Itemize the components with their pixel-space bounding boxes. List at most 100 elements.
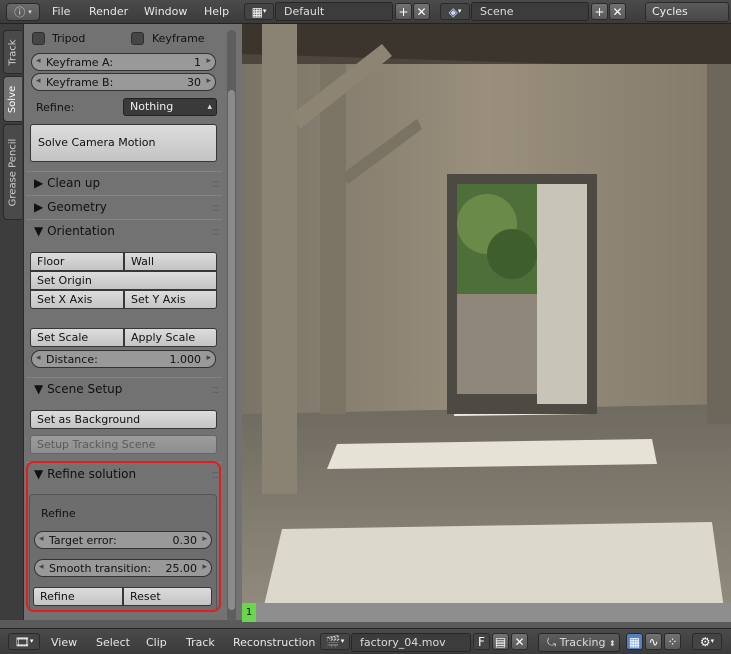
graph-icon: ∿ [648, 634, 659, 649]
updown-icon: ⬍ [608, 639, 616, 648]
menu-select[interactable]: Select [96, 636, 130, 649]
set-y-axis-button[interactable]: Set Y Axis [124, 290, 217, 309]
open-clip-button[interactable]: ▤ [492, 633, 509, 650]
dopesheet-view-button[interactable]: ⁘ [664, 633, 681, 650]
triangle-right-icon: ▶ [34, 200, 44, 214]
set-x-axis-button[interactable]: Set X Axis [30, 290, 124, 309]
chevron-icon: ▾ [28, 8, 32, 16]
remove-scene-button[interactable]: ✕ [609, 3, 626, 20]
screen-layout-field[interactable]: Default [275, 2, 393, 21]
fake-user-button[interactable]: F [473, 633, 490, 650]
scene-field[interactable]: Scene [471, 2, 589, 21]
info-icon: ⓘ [14, 6, 26, 19]
annotation-highlight [26, 461, 221, 612]
floor-button[interactable]: Floor [30, 252, 124, 271]
render-engine-select[interactable]: Cycles Render [645, 2, 729, 36]
distance-label: Distance: [46, 353, 98, 366]
movie-icon: 🎬 [325, 634, 341, 649]
keyframe-b-value: 30 [187, 76, 201, 89]
clip-name-field[interactable]: factory_04.mov [351, 633, 471, 652]
menu-help[interactable]: Help [204, 5, 229, 18]
clip-editor-icon: 🎞 [14, 634, 30, 649]
frame-timeline[interactable] [242, 603, 731, 622]
editor-type-button[interactable]: ⓘ ▾ [6, 3, 40, 21]
panel-scrollbar[interactable] [227, 30, 236, 622]
panel-title: Scene Setup [47, 382, 123, 396]
remove-layout-button[interactable]: ✕ [413, 3, 430, 20]
refine-value: Nothing [130, 100, 174, 113]
grip-icon[interactable]: ⁚⁚⁚⁚ [212, 380, 219, 402]
tab-grease-pencil[interactable]: Grease Pencil [3, 124, 22, 220]
folder-icon: ▤ [494, 634, 507, 649]
clip-view-button[interactable]: ▦ [626, 633, 643, 650]
updown-icon: ▴ [207, 102, 212, 112]
tripod-checkbox[interactable] [32, 32, 45, 45]
set-origin-button[interactable]: Set Origin [30, 271, 217, 290]
scroll-thumb[interactable] [228, 90, 235, 610]
clip-viewport[interactable] [242, 24, 731, 622]
distance-field[interactable]: ◂ Distance: 1.000 ▸ [31, 350, 216, 368]
add-scene-button[interactable]: + [591, 3, 608, 20]
chevron-icon: ▾ [340, 637, 345, 645]
arrow-left-icon: ◂ [36, 56, 41, 66]
layout-icon-button[interactable]: ▦ ▾ [244, 3, 274, 20]
refine-dropdown[interactable]: Nothing ▴ [123, 98, 217, 116]
grip-icon[interactable]: ⁚⁚⁚⁚ [212, 222, 219, 244]
panel-header-scene-setup[interactable]: ▼ Scene Setup ⁚⁚⁚⁚ [26, 377, 222, 399]
refine-label: Refine: [36, 101, 75, 114]
chevron-icon: ▾ [710, 637, 715, 645]
panel-header-orientation[interactable]: ▼ Orientation ⁚⁚⁚⁚ [26, 219, 222, 241]
set-as-background-button[interactable]: Set as Background [30, 410, 217, 429]
arrow-left-icon: ◂ [36, 76, 41, 86]
keyframe-a-field[interactable]: ◂ Keyframe A: 1 ▸ [31, 53, 216, 71]
menu-file[interactable]: File [52, 5, 70, 18]
arrow-right-icon: ▸ [206, 76, 211, 86]
grip-icon[interactable]: ⁚⁚⁚⁚ [212, 198, 219, 220]
tab-track[interactable]: Track [3, 30, 22, 74]
bottom-header: 🎞 ▾ View Select Clip Track Reconstruction… [0, 628, 731, 654]
editor-type-button[interactable]: 🎞 ▾ [8, 633, 40, 650]
pivot-button[interactable]: ⚙ ▾ [692, 633, 722, 650]
menu-render[interactable]: Render [89, 5, 128, 18]
wall-button[interactable]: Wall [124, 252, 217, 271]
mode-select[interactable]: ⤿ Tracking ⬍ [538, 633, 620, 652]
tool-tabs: Track Solve Grease Pencil [0, 24, 24, 620]
unlink-clip-button[interactable]: ✕ [511, 633, 528, 650]
scene-icon-button[interactable]: ◈ ▾ [440, 3, 470, 20]
dopesheet-icon: ⁘ [667, 634, 678, 649]
chevron-icon: ▾ [29, 637, 34, 645]
grip-icon[interactable]: ⁚⁚⁚⁚ [212, 174, 219, 196]
keyframe-a-value: 1 [194, 56, 201, 69]
current-frame-marker[interactable]: 1 [242, 603, 256, 622]
plus-icon: + [594, 4, 605, 19]
menu-track[interactable]: Track [186, 636, 215, 649]
menu-view[interactable]: View [51, 636, 77, 649]
add-layout-button[interactable]: + [395, 3, 412, 20]
graph-view-button[interactable]: ∿ [645, 633, 662, 650]
setup-tracking-scene-button[interactable]: Setup Tracking Scene [30, 435, 217, 454]
arrow-right-icon: ▸ [206, 353, 211, 363]
panel-header-geometry[interactable]: ▶ Geometry ⁚⁚⁚⁚ [26, 195, 222, 217]
arrow-left-icon: ◂ [36, 353, 41, 363]
pivot-icon: ⚙ [699, 634, 711, 649]
apply-scale-button[interactable]: Apply Scale [124, 328, 217, 347]
panel-header-clean-up[interactable]: ▶ Clean up ⁚⁚⁚⁚ [26, 171, 222, 193]
keyframe-label: Keyframe [152, 32, 205, 45]
solve-camera-motion-button[interactable]: Solve Camera Motion [30, 124, 217, 162]
tab-solve[interactable]: Solve [3, 76, 22, 122]
panel-title: Orientation [47, 224, 115, 238]
menu-window[interactable]: Window [144, 5, 187, 18]
menu-reconstruction[interactable]: Reconstruction [233, 636, 315, 649]
keyframe-checkbox[interactable] [131, 32, 144, 45]
mode-value: Tracking [559, 636, 606, 649]
set-scale-button[interactable]: Set Scale [30, 328, 124, 347]
menu-clip[interactable]: Clip [146, 636, 167, 649]
plus-icon: + [398, 4, 409, 19]
top-header: ⓘ ▾ File Render Window Help ▦ ▾ Default + … [0, 0, 731, 36]
keyframe-b-field[interactable]: ◂ Keyframe B: 30 ▸ [31, 73, 216, 91]
close-icon: ✕ [612, 4, 623, 19]
panel-title: Clean up [47, 176, 101, 190]
keyframe-b-label: Keyframe B: [46, 76, 114, 89]
chevron-icon: ▾ [457, 7, 462, 15]
clip-browse-button[interactable]: 🎬 ▾ [320, 633, 350, 650]
